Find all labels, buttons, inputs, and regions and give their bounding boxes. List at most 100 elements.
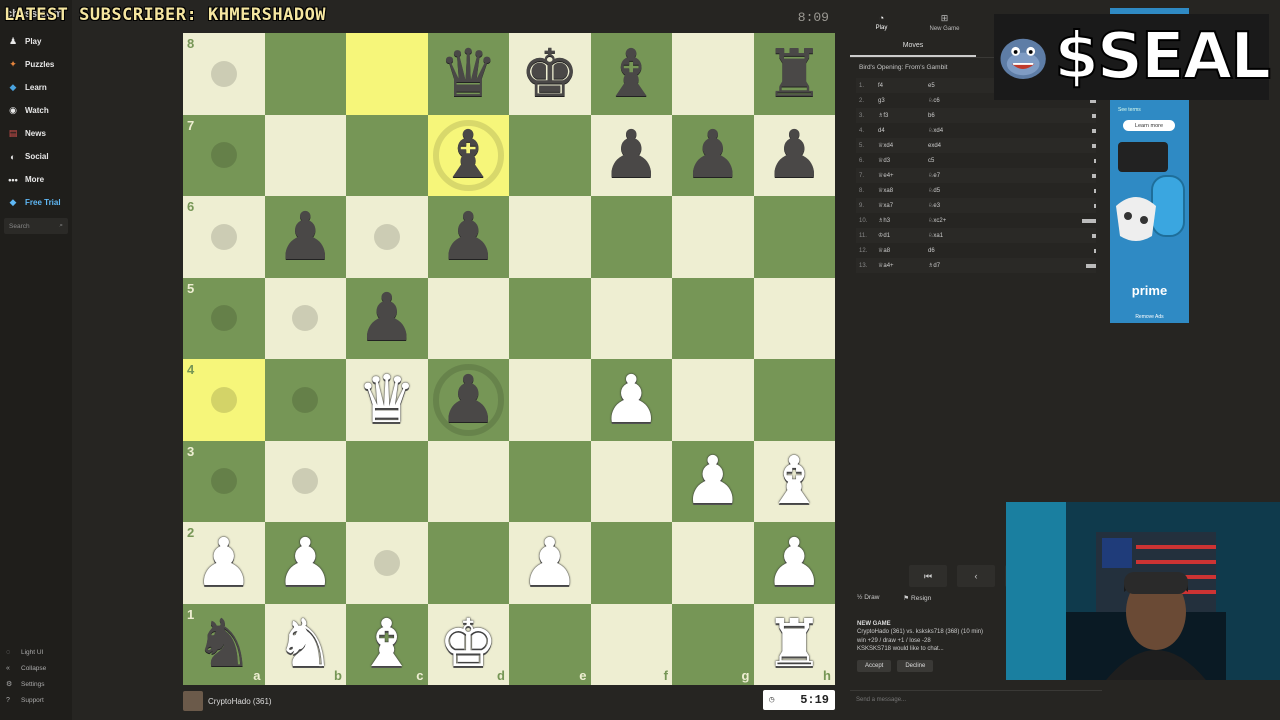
square-g3[interactable]: ♟ [672, 440, 754, 522]
black-move[interactable]: ♘e3 [928, 202, 978, 209]
square-e7[interactable] [509, 114, 591, 196]
nav-puzzles[interactable]: ✦ Puzzles [0, 53, 72, 76]
square-f5[interactable] [590, 277, 672, 359]
chat-input[interactable]: Send a message... [850, 690, 1102, 708]
square-f3[interactable] [590, 440, 672, 522]
square-f2[interactable] [590, 522, 672, 604]
white-move[interactable]: ♗f3 [878, 112, 928, 119]
black-pawn-icon[interactable]: ♟ [602, 122, 661, 188]
first-move-button[interactable]: ⏮ [909, 565, 947, 587]
square-d6[interactable]: ♟ [427, 196, 509, 278]
black-move[interactable]: d6 [928, 248, 978, 254]
black-move[interactable]: e5 [928, 83, 978, 89]
nav-social[interactable]: ◐ Social [0, 145, 72, 168]
avatar[interactable] [183, 691, 203, 711]
square-h8[interactable]: ♜ [753, 33, 835, 115]
white-move[interactable]: ♕xd4 [878, 142, 928, 149]
square-h7[interactable]: ♟ [753, 114, 835, 196]
black-bishop-icon[interactable]: ♝ [602, 40, 661, 107]
square-c1[interactable]: c ♝ [346, 603, 428, 685]
square-c3[interactable] [346, 440, 428, 522]
white-move[interactable]: f4 [878, 83, 928, 89]
collapse-button[interactable]: « Collapse [0, 660, 72, 676]
square-f7[interactable]: ♟ [590, 114, 672, 196]
square-f4[interactable]: ♟ [590, 359, 672, 441]
nav-more[interactable]: ••• More [0, 168, 72, 191]
square-b3[interactable] [264, 440, 346, 522]
square-f8[interactable]: ♝ [590, 33, 672, 115]
square-h1[interactable]: h ♜ [753, 603, 835, 685]
black-move[interactable]: exd4 [928, 143, 978, 149]
white-pawn-icon[interactable]: ♟ [765, 529, 824, 596]
square-c5[interactable]: ♟ [346, 277, 428, 359]
square-h6[interactable] [753, 196, 835, 278]
square-b8[interactable] [264, 33, 346, 115]
square-a4[interactable]: 4 [183, 359, 265, 441]
nav-watch[interactable]: ◉ Watch [0, 99, 72, 122]
white-bishop-icon[interactable]: ♝ [765, 448, 824, 514]
white-pawn-icon[interactable]: ♟ [194, 529, 253, 596]
black-pawn-icon[interactable]: ♟ [276, 203, 335, 270]
resign-button[interactable]: ⚑ Resign [903, 594, 943, 602]
square-b4[interactable] [264, 359, 346, 441]
black-move[interactable]: ♘xa1 [928, 232, 978, 239]
nav-learn[interactable]: ◆ Learn [0, 76, 72, 99]
square-c4[interactable]: ♛ [346, 359, 428, 441]
black-move[interactable]: ♗d7 [928, 262, 978, 269]
white-move[interactable]: ♕d3 [878, 157, 928, 164]
square-c8[interactable] [346, 33, 428, 115]
square-c6[interactable] [346, 196, 428, 278]
black-move[interactable]: b6 [928, 113, 978, 119]
square-a6[interactable]: 6 [183, 196, 265, 278]
square-g6[interactable] [672, 196, 754, 278]
square-b2[interactable]: ♟ [264, 522, 346, 604]
square-g7[interactable]: ♟ [672, 114, 754, 196]
square-f1[interactable]: f [590, 603, 672, 685]
draw-button[interactable]: ½ Draw [857, 594, 891, 602]
white-pawn-icon[interactable]: ♟ [520, 529, 579, 596]
square-c7[interactable] [346, 114, 428, 196]
white-knight-icon[interactable]: ♞ [276, 611, 335, 677]
white-move[interactable]: ♔d1 [878, 232, 928, 239]
square-d2[interactable] [427, 522, 509, 604]
square-g4[interactable] [672, 359, 754, 441]
white-move[interactable]: g3 [878, 98, 928, 104]
square-g8[interactable] [672, 33, 754, 115]
square-e4[interactable] [509, 359, 591, 441]
white-move[interactable]: ♕xa8 [878, 187, 928, 194]
square-f6[interactable] [590, 196, 672, 278]
settings-button[interactable]: ⚙ Settings [0, 676, 72, 692]
square-h4[interactable] [753, 359, 835, 441]
tab-new-game[interactable]: ⊞ New Game [913, 8, 976, 36]
tab-play[interactable]: ◔ Play [850, 8, 913, 36]
square-e2[interactable]: ♟ [509, 522, 591, 604]
accept-button[interactable]: Accept [857, 659, 892, 672]
square-h5[interactable] [753, 277, 835, 359]
square-b7[interactable] [264, 114, 346, 196]
square-d8[interactable]: ♛ [427, 33, 509, 115]
black-rook-icon[interactable]: ♜ [765, 40, 824, 107]
learn-more-button[interactable]: Learn more [1123, 120, 1175, 131]
square-a3[interactable]: 3 [183, 440, 265, 522]
square-d1[interactable]: d ♚ [427, 603, 509, 685]
square-e1[interactable]: e [509, 603, 591, 685]
square-g1[interactable]: g [672, 603, 754, 685]
chess-board[interactable]: 8 ♛ ♚ ♝ ♜ 7 ♝ ♟ ♟ ♟ 6 ♟ ♟ 5 ♟ 4 ♛ ♟ ♟ 3 ♟ ♝ 2 ♟ ♟ ♟ ♟ 1 a ♞ b ♞ c ♝ d ♚ e f g h… [183, 33, 835, 685]
black-move[interactable]: c5 [928, 158, 978, 164]
white-move[interactable]: d4 [878, 128, 928, 134]
prev-move-button[interactable]: ‹ [957, 565, 995, 587]
black-pawn-icon[interactable]: ♟ [683, 122, 742, 188]
square-g5[interactable] [672, 277, 754, 359]
square-b5[interactable] [264, 277, 346, 359]
black-pawn-icon[interactable]: ♟ [357, 285, 416, 351]
square-a2[interactable]: 2 ♟ [183, 522, 265, 604]
white-bishop-icon[interactable]: ♝ [357, 611, 416, 677]
square-d4[interactable]: ♟ [427, 359, 509, 441]
light-ui-button[interactable]: ◌ Light UI [0, 644, 72, 660]
square-e5[interactable] [509, 277, 591, 359]
black-move[interactable]: ♘c6 [928, 97, 978, 104]
black-pawn-icon[interactable]: ♟ [765, 122, 824, 188]
square-b6[interactable]: ♟ [264, 196, 346, 278]
white-move[interactable]: ♕a4+ [878, 262, 928, 269]
square-a8[interactable]: 8 [183, 33, 265, 115]
